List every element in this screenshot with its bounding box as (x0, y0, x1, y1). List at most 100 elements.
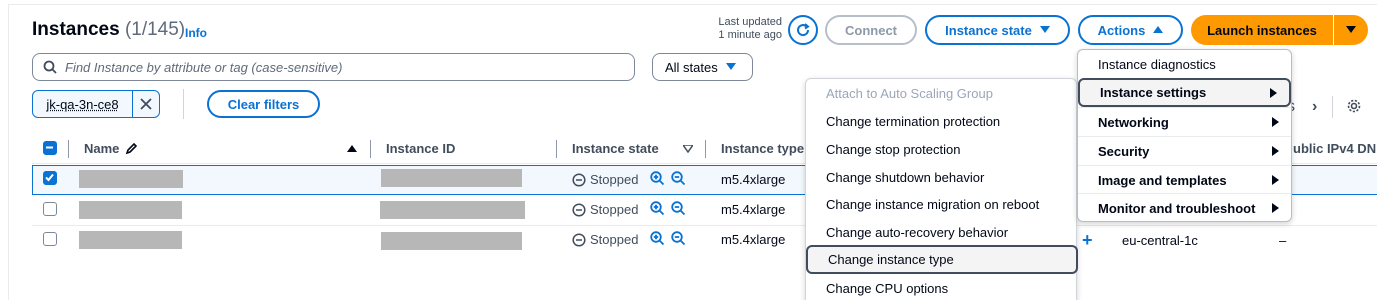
row-checkbox[interactable] (43, 171, 57, 185)
column-header-name[interactable]: Name (84, 141, 138, 156)
zoom-out-icon[interactable] (671, 171, 686, 186)
redacted-name (79, 170, 183, 188)
state-zoom-controls (650, 231, 686, 246)
menu-item-instance-settings[interactable]: Instance settings (1078, 78, 1291, 107)
instance-state-cell: Stopped (572, 232, 638, 247)
row-checkbox[interactable] (43, 232, 57, 246)
actions-menu: Instance diagnostics Instance settings N… (1077, 49, 1292, 222)
instance-state-button[interactable]: Instance state (925, 15, 1070, 45)
zoom-out-icon[interactable] (671, 201, 686, 216)
redacted-instance-id (381, 169, 522, 187)
states-select[interactable]: All states (652, 53, 753, 81)
zoom-in-icon[interactable] (650, 201, 665, 216)
redacted-name (79, 201, 182, 219)
filter-token-label[interactable]: jk-qa-3n-ce8 (33, 91, 133, 117)
edit-icon (126, 142, 138, 155)
redacted-name (79, 231, 182, 249)
column-separator (370, 140, 371, 158)
menu-item-label: Instance diagnostics (1098, 57, 1216, 72)
menu-item-networking[interactable]: Networking (1078, 107, 1291, 136)
filter-caret-icon[interactable] (683, 145, 693, 153)
states-select-value: All states (665, 59, 718, 75)
launch-instances-button[interactable]: Launch instances (1191, 15, 1333, 45)
menu-item-auto-recovery[interactable]: Change auto-recovery behavior (806, 218, 1078, 246)
menu-item-monitor-troubleshoot[interactable]: Monitor and troubleshoot (1078, 193, 1291, 222)
column-header-name-label: Name (84, 141, 120, 156)
info-link[interactable]: Info (185, 26, 207, 40)
state-zoom-controls (650, 171, 686, 186)
last-updated-label: Last updated (718, 16, 782, 28)
zoom-in-icon[interactable] (650, 171, 665, 186)
column-separator (705, 140, 706, 158)
search-placeholder: Find Instance by attribute or tag (case-… (65, 59, 343, 75)
check-icon (45, 173, 54, 182)
instance-type-cell: m5.4xlarge (721, 172, 786, 187)
redacted-instance-id (380, 201, 525, 219)
connect-button[interactable]: Connect (825, 15, 917, 45)
row-checkbox[interactable] (43, 202, 57, 216)
menu-item-label: Security (1098, 143, 1150, 159)
zoom-in-icon[interactable] (650, 231, 665, 246)
close-icon (140, 98, 152, 110)
state-zoom-controls (650, 201, 686, 216)
expand-plus-icon[interactable]: + (1082, 230, 1093, 251)
menu-item-change-instance-type[interactable]: Change instance type (806, 245, 1078, 274)
menu-item-cpu-options[interactable]: Change CPU options (806, 274, 1078, 300)
launch-label: Launch instances (1207, 22, 1317, 38)
menu-item-label: Monitor and troubleshoot (1098, 200, 1256, 216)
menu-item-instance-diagnostics[interactable]: Instance diagnostics (1078, 50, 1291, 79)
stopped-status-icon (572, 232, 586, 247)
instance-state-text: Stopped (590, 172, 639, 187)
menu-item-label: Instance settings (1100, 85, 1207, 100)
menu-item-attach-asg: Attach to Auto Scaling Group (826, 85, 993, 101)
chevron-right-icon (1272, 146, 1279, 156)
gear-icon[interactable] (1346, 98, 1362, 114)
column-header-instance-id[interactable]: Instance ID (386, 141, 455, 156)
zoom-out-icon[interactable] (671, 231, 686, 246)
sort-ascending-icon[interactable] (347, 145, 357, 153)
refresh-button[interactable] (788, 15, 818, 45)
stopped-status-icon (572, 172, 586, 187)
next-page-icon[interactable]: › (1312, 98, 1317, 116)
column-header-instance-type[interactable]: Instance type (721, 141, 804, 156)
chevron-right-icon (1272, 117, 1279, 127)
instance-count: (1/145) (124, 19, 186, 40)
redacted-instance-id (381, 232, 522, 250)
instance-type-cell: m5.4xlarge (721, 232, 786, 247)
clear-filters-label: Clear filters (227, 96, 300, 112)
launch-dropdown-button[interactable] (1334, 15, 1368, 45)
column-header-instance-state[interactable]: Instance state (572, 141, 659, 156)
instance-state-text: Stopped (590, 202, 639, 217)
remove-filter-button[interactable] (133, 91, 159, 117)
public-ipv4-cell: – (1279, 233, 1287, 248)
menu-item-termination-protection[interactable]: Change termination protection (806, 107, 1078, 135)
menu-item-stop-protection[interactable]: Change stop protection (806, 135, 1078, 163)
search-input[interactable]: Find Instance by attribute or tag (case-… (32, 53, 635, 81)
instance-state-cell: Stopped (572, 202, 638, 217)
instance-state-label: Instance state (945, 22, 1032, 38)
column-header-public-ipv4[interactable]: ublic IPv4 DN (1293, 141, 1376, 156)
chevron-right-icon (1272, 203, 1279, 213)
menu-item-migration-on-reboot[interactable]: Change instance migration on reboot (806, 190, 1078, 218)
availability-zone-cell: eu-central-1c (1122, 233, 1198, 248)
select-all-checkbox[interactable] (43, 141, 57, 155)
menu-item-label: Image and templates (1098, 172, 1227, 188)
instance-type-cell: m5.4xlarge (721, 202, 786, 217)
menu-item-shutdown-behavior[interactable]: Change shutdown behavior (806, 163, 1078, 191)
menu-item-security[interactable]: Security (1078, 136, 1291, 165)
instance-settings-submenu: Attach to Auto Scaling Group Change term… (805, 78, 1078, 300)
divider (1332, 96, 1333, 118)
minus-icon (46, 146, 53, 149)
divider (183, 89, 184, 119)
chevron-right-icon (1272, 175, 1279, 185)
clear-filters-button[interactable]: Clear filters (207, 90, 320, 118)
column-separator (556, 140, 557, 158)
column-separator (68, 140, 69, 158)
caret-down-icon (725, 63, 736, 70)
refresh-icon (797, 23, 810, 37)
menu-item-label: Networking (1098, 114, 1169, 130)
last-updated: Last updated 1 minute ago (690, 16, 782, 42)
actions-button[interactable]: Actions (1078, 15, 1183, 45)
title-text: Instances (32, 19, 120, 40)
menu-item-image-templates[interactable]: Image and templates (1078, 165, 1291, 194)
